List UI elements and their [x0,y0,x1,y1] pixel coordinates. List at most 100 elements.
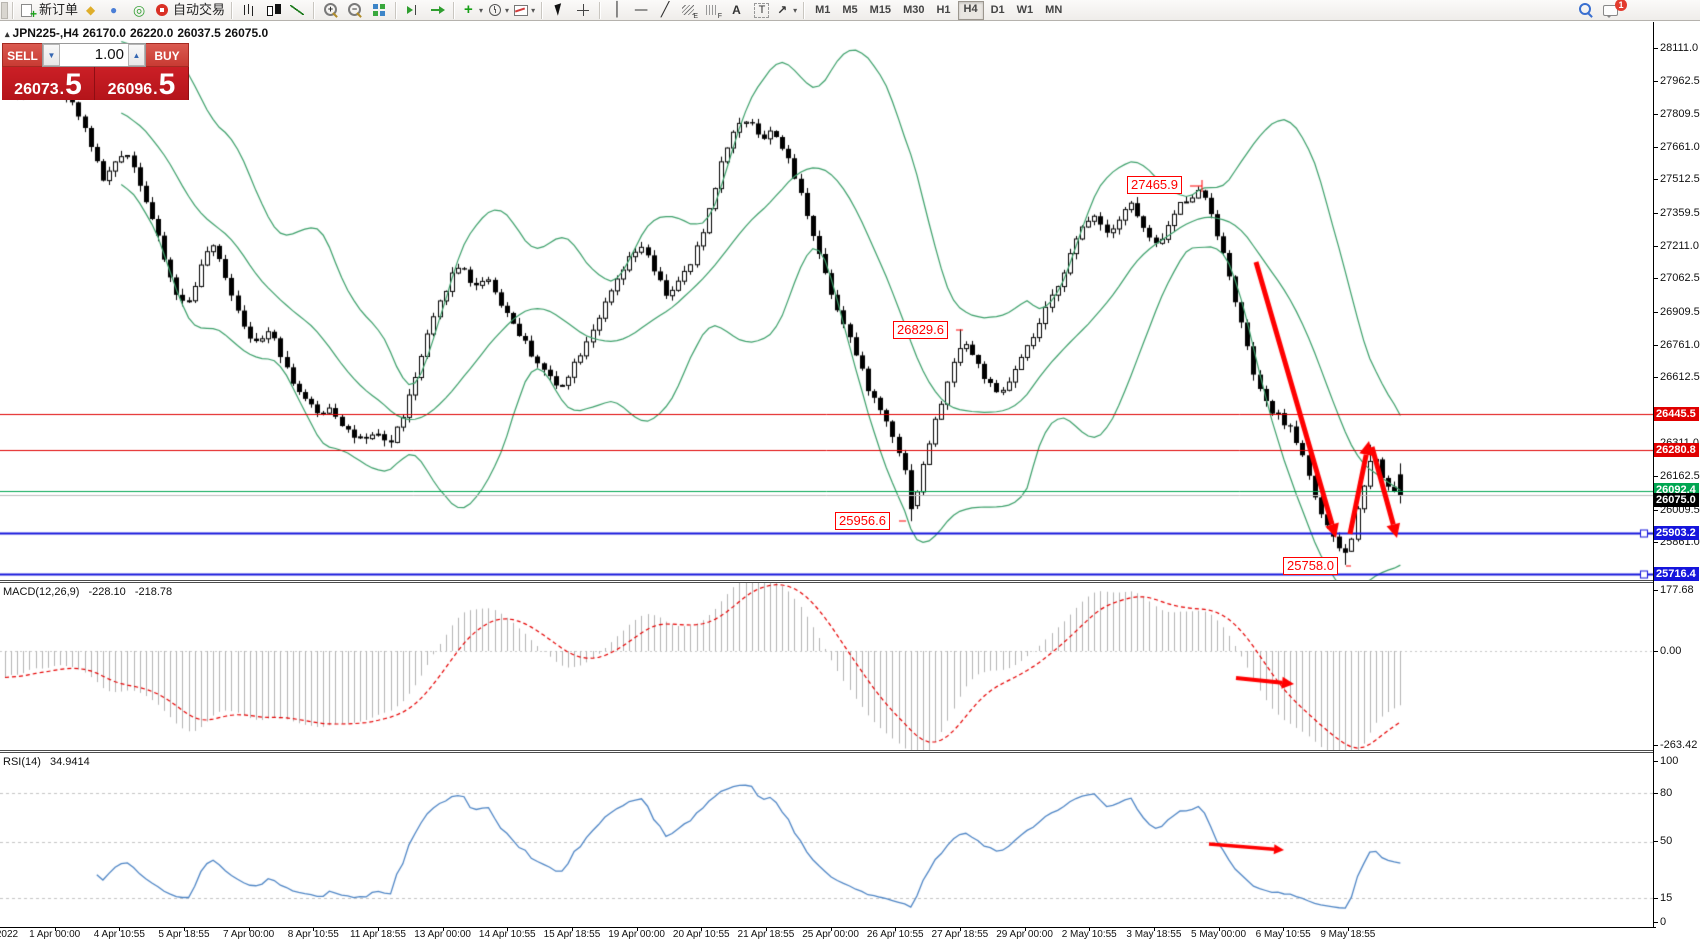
crosshair-icon [575,2,591,18]
time-tick-label: 6 May 10:55 [1256,930,1311,939]
price-badge: 26280.8 [1654,443,1699,457]
one-click-trading-panel: SELL ▼ 1.00 ▲ BUY 26073.5 26096.5 [2,43,189,100]
terminal-button[interactable] [104,0,128,20]
buy-button[interactable]: BUY [146,43,189,67]
zoom-in-button[interactable] [319,0,343,20]
price-label-annotation[interactable]: 25758.0 [1283,557,1338,575]
rsi-scale-tick: 15 [1660,892,1672,905]
time-tick-label: 11 Apr 18:55 [350,930,406,939]
crosshair-button[interactable] [571,0,595,20]
time-tick [1348,928,1349,931]
tile-windows-button[interactable] [367,0,391,20]
rsi-panel-canvas[interactable] [0,753,1653,927]
text-icon [729,2,745,18]
separator [541,2,543,19]
signals-icon [132,2,148,18]
time-tick [960,928,961,931]
autotrading-icon [154,2,170,18]
autotrading-button[interactable]: 自动交易 [152,0,227,20]
indicators-button[interactable]: ▾ [459,0,485,20]
timeframe-m5-button[interactable]: M5 [837,2,862,19]
volume-increase-button[interactable]: ▲ [128,44,145,66]
metaeditor-button[interactable] [80,0,104,20]
time-tick-label: 2 May 10:55 [1062,930,1117,939]
bar-chart-button[interactable] [237,0,261,20]
timeframe-m30-button[interactable]: M30 [898,2,929,19]
auto-scroll-button[interactable] [425,0,449,20]
chart-shift-button[interactable] [401,0,425,20]
separator [313,2,315,19]
indicators-icon [461,2,477,18]
rsi-label: RSI(14) 34.9414 [3,756,96,769]
sell-button[interactable]: SELL [2,43,42,67]
timeframe-h4-button[interactable]: H4 [958,1,984,20]
line-chart-button[interactable] [285,0,309,20]
time-tick-label: 27 Apr 18:55 [932,930,989,939]
text-button[interactable] [725,0,749,20]
metaeditor-icon [84,2,100,18]
time-tick [184,928,185,931]
time-tick-label: 20 Apr 10:55 [673,930,730,939]
bar-close: 26075.0 [225,26,268,40]
panel-splitter[interactable] [0,580,1700,583]
periods-button[interactable]: ▾ [485,0,511,20]
new-order-button[interactable]: 新订单 [18,0,80,20]
sell-price[interactable]: 26073.5 [2,67,95,100]
rsi-scale-tick: 0 [1660,916,1666,929]
cursor-button[interactable] [547,0,571,20]
price-label-annotation[interactable]: 26829.6 [893,321,948,339]
time-tick-label: 5 May 00:00 [1191,930,1246,939]
symbol-period: JPN225-,H4 [13,26,79,40]
panel-splitter[interactable] [0,750,1700,753]
trendline-icon: ╱ [661,2,669,18]
text-label-button[interactable] [749,0,773,20]
timeframe-mn-button[interactable]: MN [1040,2,1067,19]
rsi-scale-tick: 100 [1660,755,1678,768]
timeframe-h1-button[interactable]: H1 [931,2,955,19]
templates-button[interactable]: ▾ [511,0,537,20]
arrows-button[interactable]: ▾ [773,0,799,20]
macd-value-2: -218.78 [135,586,172,598]
main-chart-canvas[interactable] [0,22,1653,581]
macd-panel-canvas[interactable] [0,583,1653,751]
volume-input[interactable]: 1.00 [60,44,128,66]
price-axis[interactable]: 28111.027962.527809.527661.027512.527359… [1653,22,1700,927]
horizontal-line-button[interactable]: — [629,0,653,20]
fibonacci-fan-button[interactable] [701,0,725,20]
time-tick-label: 7 Apr 00:00 [223,930,274,939]
one-click-collapse-icon[interactable]: ▴ [5,29,10,39]
buy-price[interactable]: 26096.5 [95,67,188,100]
signals-button[interactable] [128,0,152,20]
toolbar: 新订单 自动交易 ▾ ▾ ▾ │ — ╱ ▾ [0,0,1700,21]
time-axis[interactable]: 30 Mar 20221 Apr 00:004 Apr 10:555 Apr 1… [0,927,1656,939]
volume-decrease-button[interactable]: ▼ [43,44,60,66]
price-tick: 27512.5 [1660,173,1700,186]
macd-value-1: -228.10 [88,586,125,598]
fibonacci-button[interactable] [677,0,701,20]
trendline-button[interactable]: ╱ [653,0,677,20]
timeframe-w1-button[interactable]: W1 [1012,2,1039,19]
timeframe-m1-button[interactable]: M1 [810,2,835,19]
vertical-line-button[interactable]: │ [605,0,629,20]
rsi-scale-tick: 50 [1660,835,1672,848]
time-tick-label: 15 Apr 18:55 [544,930,601,939]
mt4-window: 新订单 自动交易 ▾ ▾ ▾ │ — ╱ ▾ [0,0,1700,939]
time-tick-label: 30 Mar 2022 [0,930,18,939]
price-badge: 26445.5 [1654,407,1699,421]
zoom-out-button[interactable] [343,0,367,20]
price-label-annotation[interactable]: 27465.9 [1127,176,1182,194]
candlestick-chart-button[interactable] [261,0,285,20]
notifications-button[interactable]: 1 [1598,0,1622,20]
macd-scale-tick: -263.42 [1660,739,1697,752]
horizontal-line-icon: — [634,2,648,18]
search-button[interactable] [1574,0,1598,20]
price-label-annotation[interactable]: 25956.6 [835,512,890,530]
separator [395,2,397,19]
time-tick-label: 26 Apr 10:55 [867,930,924,939]
timeframe-d1-button[interactable]: D1 [986,2,1010,19]
price-tick: 28111.0 [1660,42,1698,55]
timeframe-m15-button[interactable]: M15 [865,2,896,19]
template-icon [513,2,529,18]
price-badge: 25716.4 [1654,567,1699,581]
separator [231,2,233,19]
